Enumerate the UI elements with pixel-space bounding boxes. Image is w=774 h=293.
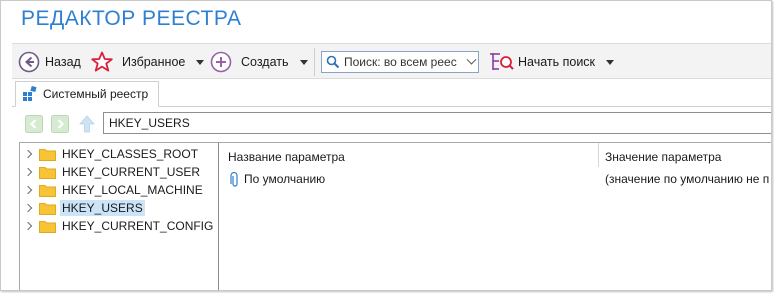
start-search-dropdown-caret[interactable] (606, 60, 614, 65)
tree-item-hkey-local-machine[interactable]: HKEY_LOCAL_MACHINE (20, 181, 205, 199)
value-data-cell: (значение по умолчанию не п (605, 172, 770, 186)
tab-label: Системный реестр (43, 87, 149, 101)
column-header-name[interactable]: Название параметра (228, 150, 345, 164)
toolbar-divider (314, 48, 315, 76)
create-button-label: Создать (241, 55, 289, 69)
column-divider[interactable] (598, 143, 599, 167)
nav-back-icon[interactable] (25, 115, 43, 133)
expand-chevron-icon[interactable] (23, 181, 37, 199)
create-dropdown-caret[interactable] (300, 60, 308, 65)
folder-icon (39, 202, 56, 215)
nav-forward-icon[interactable] (51, 115, 69, 133)
folder-icon (39, 220, 56, 233)
tree-item-label: HKEY_LOCAL_MACHINE (62, 183, 203, 197)
favorites-button[interactable]: Избранное (90, 50, 185, 74)
back-button-label: Назад (45, 55, 81, 69)
table-row[interactable]: По умолчанию (значение по умолчанию не п (219, 171, 771, 189)
tree-item-hkey-classes-root[interactable]: HKEY_CLASSES_ROOT (20, 145, 200, 163)
registry-icon (23, 86, 37, 101)
folder-icon (39, 148, 56, 161)
tree-item-label: HKEY_CLASSES_ROOT (62, 147, 199, 161)
tree-item-label: HKEY_USERS (60, 200, 145, 216)
create-button[interactable]: Создать (210, 50, 289, 74)
search-scope-select[interactable]: Поиск: во всем реес (321, 51, 479, 73)
values-list: Название параметра Значение параметра По… (219, 142, 771, 290)
start-search-button[interactable]: Начать поиск (489, 50, 595, 74)
chevron-down-icon (466, 54, 477, 65)
tree-item-hkey-users[interactable]: HKEY_USERS (20, 199, 145, 217)
favorites-button-label: Избранное (122, 55, 186, 69)
tab-system-registry[interactable]: Системный реестр (15, 81, 160, 107)
expand-chevron-icon[interactable] (23, 217, 37, 235)
search-scope-value: Поиск: во всем реес (344, 55, 457, 69)
app-title: РЕДАКТОР РЕЕСТРА (21, 7, 242, 30)
tree-item-hkey-current-config[interactable]: HKEY_CURRENT_CONFIG (20, 217, 215, 235)
expand-chevron-icon[interactable] (23, 163, 37, 181)
expand-chevron-icon[interactable] (23, 145, 37, 163)
tab-bar: Системный реестр (12, 79, 771, 107)
expand-chevron-icon[interactable] (23, 199, 37, 217)
folder-icon (39, 166, 56, 179)
plus-icon (210, 51, 232, 73)
tree-item-label: HKEY_CURRENT_USER (62, 165, 201, 179)
value-name-cell: По умолчанию (244, 172, 326, 186)
nav-up-icon[interactable] (78, 115, 96, 133)
favorites-dropdown-caret[interactable] (196, 60, 204, 65)
registry-tree: HKEY_CLASSES_ROOT HKEY_CURRENT_USER HKEY… (19, 142, 219, 290)
tree-search-icon (490, 53, 514, 70)
column-header-value[interactable]: Значение параметра (605, 150, 721, 164)
search-icon (326, 55, 340, 69)
navigation-bar: HKEY_USERS (12, 109, 771, 137)
folder-icon (39, 184, 56, 197)
back-button[interactable]: Назад (18, 50, 81, 74)
star-icon (91, 51, 113, 72)
address-path-input[interactable]: HKEY_USERS (103, 112, 771, 134)
paperclip-icon (230, 172, 238, 187)
start-search-label: Начать поиск (518, 55, 596, 69)
back-arrow-icon (18, 51, 40, 73)
toolbar: Назад Избранное Создать Поиск: во всем р… (12, 43, 771, 79)
tree-item-label: HKEY_CURRENT_CONFIG (62, 219, 214, 233)
tree-item-hkey-current-user[interactable]: HKEY_CURRENT_USER (20, 163, 202, 181)
registry-editor-window: РЕДАКТОР РЕЕСТРА Назад Избранное Создать… (0, 0, 772, 291)
